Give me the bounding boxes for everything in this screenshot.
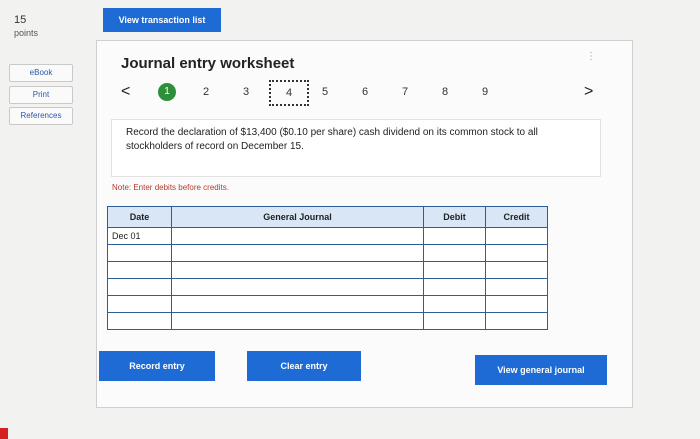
date-cell[interactable] xyxy=(107,295,172,313)
table-row xyxy=(107,244,548,262)
debit-cell[interactable] xyxy=(423,312,486,330)
debit-cell[interactable] xyxy=(423,278,486,296)
note-text: Note: Enter debits before credits. xyxy=(112,183,229,192)
credit-cell[interactable] xyxy=(485,227,548,245)
journal-cell[interactable] xyxy=(171,261,424,279)
points-indicator: 15 points xyxy=(14,14,38,40)
view-transaction-list-button[interactable]: View transaction list xyxy=(103,8,221,32)
journal-worksheet-panel: Journal entry worksheet ⋮ < 1 2 3 4 5 6 … xyxy=(96,40,633,408)
points-value: 15 xyxy=(14,14,27,26)
step-9[interactable]: 9 xyxy=(482,86,488,98)
journal-table: Date General Journal Debit Credit Dec 01 xyxy=(107,206,548,330)
corner-marker xyxy=(0,428,8,439)
step-6[interactable]: 6 xyxy=(362,86,368,98)
debit-cell[interactable] xyxy=(423,295,486,313)
step-4[interactable]: 4 xyxy=(269,80,309,106)
clear-entry-button[interactable]: Clear entry xyxy=(247,351,361,381)
journal-cell[interactable] xyxy=(171,227,424,245)
points-label: points xyxy=(14,28,39,38)
general-journal-header: General Journal xyxy=(171,206,424,228)
credit-cell[interactable] xyxy=(485,312,548,330)
print-button[interactable]: Print xyxy=(9,86,73,104)
step-3[interactable]: 3 xyxy=(243,86,249,98)
date-cell[interactable] xyxy=(107,278,172,296)
prev-arrow-icon[interactable]: < xyxy=(121,83,130,101)
worksheet-title: Journal entry worksheet xyxy=(121,55,295,72)
next-arrow-icon[interactable]: > xyxy=(584,83,593,101)
references-button[interactable]: References xyxy=(9,107,73,125)
step-1[interactable]: 1 xyxy=(158,83,176,101)
step-5[interactable]: 5 xyxy=(322,86,328,98)
date-cell[interactable] xyxy=(107,244,172,262)
table-row: Dec 01 xyxy=(107,227,548,245)
date-cell[interactable]: Dec 01 xyxy=(107,227,172,245)
credit-cell[interactable] xyxy=(485,244,548,262)
step-navigation: < 1 2 3 4 5 6 7 8 9 > xyxy=(97,80,632,107)
debit-header: Debit xyxy=(423,206,486,228)
step-7[interactable]: 7 xyxy=(402,86,408,98)
table-row xyxy=(107,261,548,279)
journal-cell[interactable] xyxy=(171,295,424,313)
more-icon[interactable]: ⋮ xyxy=(586,51,596,62)
date-header: Date xyxy=(107,206,172,228)
table-row xyxy=(107,312,548,330)
credit-cell[interactable] xyxy=(485,278,548,296)
journal-cell[interactable] xyxy=(171,312,424,330)
ebook-button[interactable]: eBook xyxy=(9,64,73,82)
debit-cell[interactable] xyxy=(423,244,486,262)
journal-cell[interactable] xyxy=(171,244,424,262)
debit-cell[interactable] xyxy=(423,227,486,245)
journal-cell[interactable] xyxy=(171,278,424,296)
table-row xyxy=(107,278,548,296)
debit-cell[interactable] xyxy=(423,261,486,279)
credit-header: Credit xyxy=(485,206,548,228)
credit-cell[interactable] xyxy=(485,261,548,279)
step-8[interactable]: 8 xyxy=(442,86,448,98)
credit-cell[interactable] xyxy=(485,295,548,313)
view-general-journal-button[interactable]: View general journal xyxy=(475,355,607,385)
record-entry-button[interactable]: Record entry xyxy=(99,351,215,381)
date-cell[interactable] xyxy=(107,261,172,279)
instruction-box: Record the declaration of $13,400 ($0.10… xyxy=(111,119,601,177)
date-cell[interactable] xyxy=(107,312,172,330)
table-row xyxy=(107,295,548,313)
step-2[interactable]: 2 xyxy=(203,86,209,98)
